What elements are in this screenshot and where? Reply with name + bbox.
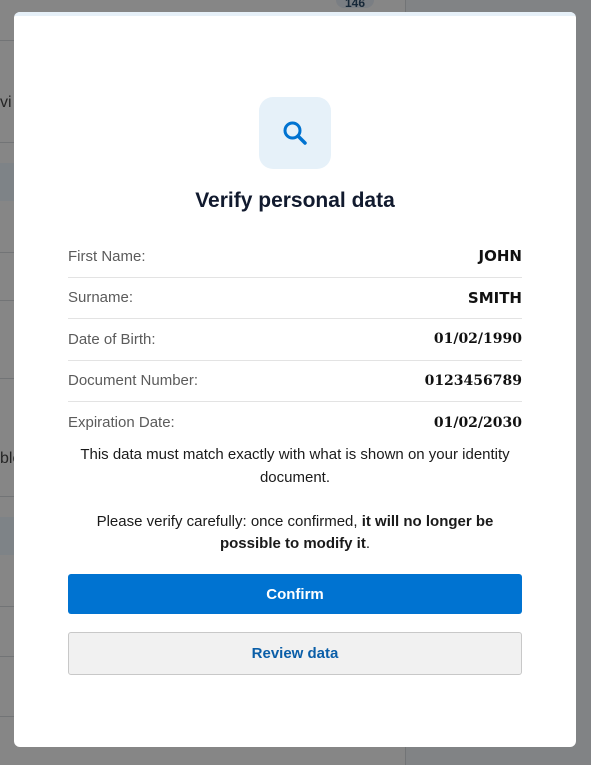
field-value: 01/02/2030 (433, 414, 522, 431)
field-value: SMITH (467, 288, 522, 307)
personal-data-list: First Name: JOHN Surname: SMITH Date of … (68, 236, 522, 444)
field-row-date-of-birth: Date of Birth: 01/02/1990 (68, 319, 522, 361)
field-label: Document Number: (68, 372, 199, 390)
field-value: JOHN (478, 247, 522, 266)
field-label: First Name: (68, 247, 146, 265)
field-label: Surname: (68, 289, 134, 307)
confirm-button[interactable]: Confirm (68, 574, 522, 614)
warning-end: . (365, 535, 370, 552)
field-label: Date of Birth: (68, 330, 156, 348)
dialog-title: Verify personal data (195, 189, 395, 212)
verify-data-dialog: Verify personal data First Name: JOHN Su… (14, 12, 576, 747)
modal-top-accent (14, 12, 576, 16)
field-row-first-name: First Name: JOHN (68, 236, 522, 278)
field-row-surname: Surname: SMITH (68, 278, 522, 319)
search-icon (283, 121, 307, 145)
field-row-document-number: Document Number: 0123456789 (68, 361, 522, 402)
review-data-button[interactable]: Review data (68, 632, 522, 675)
search-icon-container (259, 97, 331, 169)
field-row-expiration-date: Expiration Date: 01/02/2030 (68, 402, 522, 444)
field-value: 0123456789 (424, 372, 522, 389)
field-value: 01/02/1990 (433, 331, 522, 348)
match-notice: This data must match exactly with what i… (80, 446, 510, 486)
warning-text: Please verify carefully: once confirmed, (96, 513, 362, 530)
field-label: Expiration Date: (68, 414, 175, 432)
verify-warning: Please verify carefully: once confirmed,… (68, 511, 522, 555)
